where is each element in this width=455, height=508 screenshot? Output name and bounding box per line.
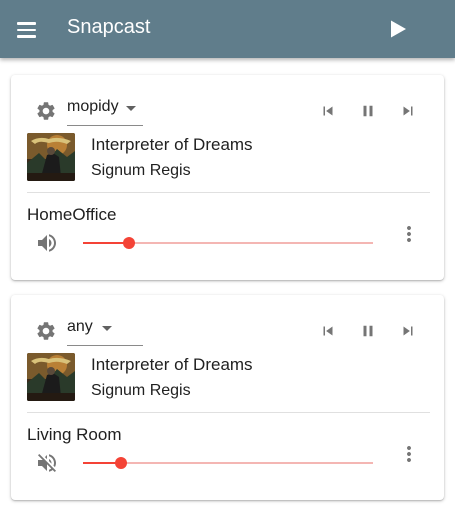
- album-cover: [27, 353, 75, 401]
- pause-icon[interactable]: [359, 102, 377, 120]
- pause-icon[interactable]: [359, 322, 377, 340]
- play-icon[interactable]: [386, 17, 410, 41]
- volume-icon[interactable]: [35, 231, 59, 255]
- menu-icon[interactable]: [14, 18, 40, 42]
- app-title: Snapcast: [67, 16, 151, 38]
- volume-off-icon[interactable]: [35, 451, 59, 475]
- group-card: any Interpreter of Dreams Signum Regis L…: [11, 295, 444, 500]
- skip-previous-icon[interactable]: [319, 322, 337, 340]
- slider-thumb[interactable]: [123, 237, 136, 249]
- slider-thumb[interactable]: [114, 457, 127, 469]
- gear-icon[interactable]: [35, 320, 57, 342]
- client-name: HomeOffice: [27, 205, 117, 224]
- group-card: mopidy Interpreter of Dreams Signum Regi…: [11, 75, 444, 280]
- app-bar: Snapcast: [0, 0, 455, 58]
- album-cover: [27, 133, 75, 181]
- track-title: Interpreter of Dreams: [91, 135, 253, 154]
- skip-next-icon[interactable]: [399, 102, 417, 120]
- skip-next-icon[interactable]: [399, 322, 417, 340]
- skip-previous-icon[interactable]: [319, 102, 337, 120]
- volume-slider[interactable]: [83, 235, 373, 251]
- track-artist: Signum Regis: [91, 382, 191, 399]
- more-vert-icon[interactable]: [397, 222, 421, 246]
- stream-select[interactable]: any: [67, 314, 143, 346]
- stream-selected-value: mopidy: [67, 98, 119, 115]
- divider: [27, 192, 430, 193]
- chevron-down-icon: [126, 106, 136, 111]
- divider: [27, 412, 430, 413]
- track-artist: Signum Regis: [91, 162, 191, 179]
- volume-slider[interactable]: [83, 455, 373, 471]
- gear-icon[interactable]: [35, 100, 57, 122]
- stream-selected-value: any: [67, 318, 93, 335]
- track-title: Interpreter of Dreams: [91, 355, 253, 374]
- chevron-down-icon: [102, 326, 112, 331]
- stream-select[interactable]: mopidy: [67, 94, 143, 126]
- more-vert-icon[interactable]: [397, 442, 421, 466]
- client-name: Living Room: [27, 425, 122, 444]
